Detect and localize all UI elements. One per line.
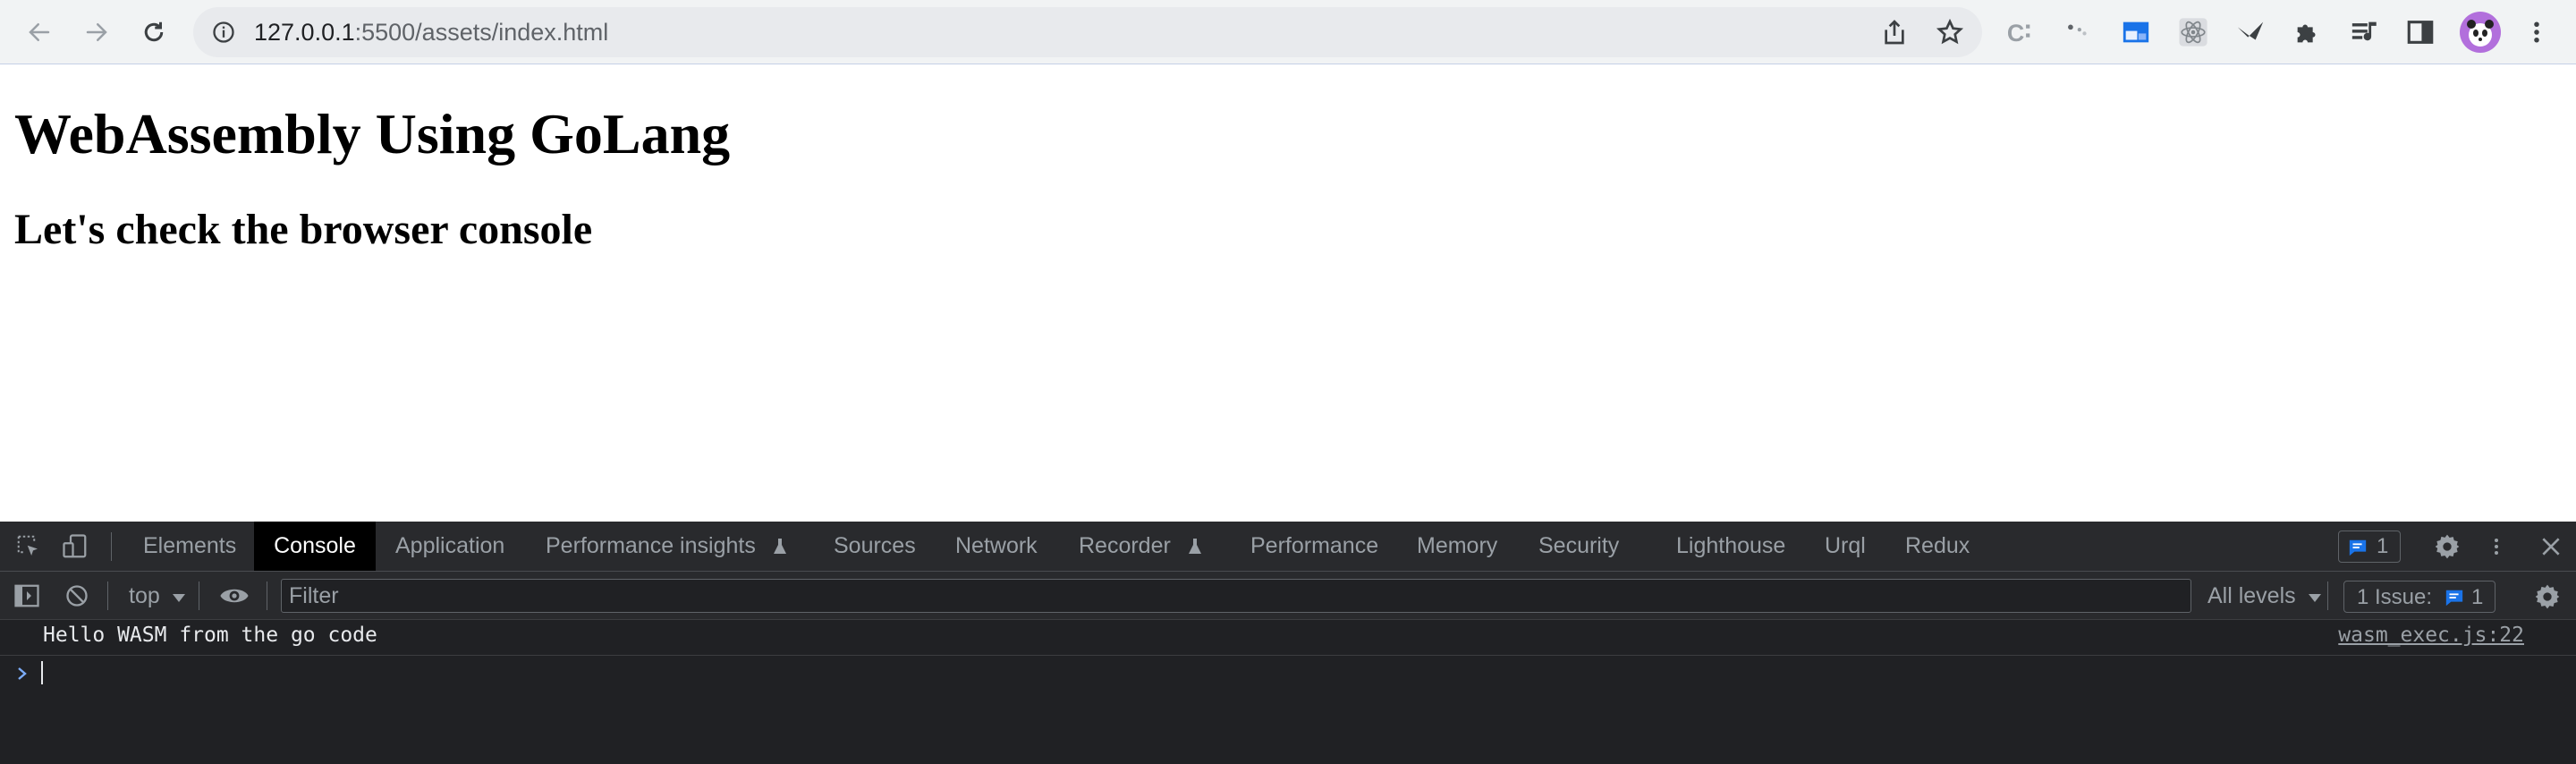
console-message-source-link[interactable]: wasm_exec.js:22 (2338, 624, 2524, 647)
arrow-left-icon (29, 23, 50, 41)
experiment-beaker-icon (773, 539, 786, 555)
extension-c-icon[interactable]: C (2004, 16, 2036, 48)
experiment-beaker-icon (1188, 539, 1201, 555)
panda-avatar-icon (2467, 20, 2494, 47)
console-settings-gear-icon[interactable] (2531, 581, 2563, 613)
clear-console-icon[interactable] (63, 581, 91, 610)
console-prompt[interactable] (0, 656, 2576, 692)
tab-security[interactable]: Security (1538, 522, 1619, 571)
message-icon (2349, 539, 2367, 556)
log-levels-label: All levels (2207, 583, 2296, 608)
page-subtitle: Let's check the browser console (14, 206, 593, 253)
devtools-tab-bar: Elements Console Application Performance… (0, 522, 2576, 572)
live-expression-eye-icon[interactable] (218, 581, 250, 610)
browser-menu-icon[interactable] (2521, 16, 2553, 48)
tab-elements[interactable]: Elements (143, 522, 236, 571)
profile-avatar[interactable] (2460, 12, 2501, 53)
message-icon (2445, 590, 2463, 607)
close-devtools-icon[interactable] (2535, 531, 2567, 563)
back-button[interactable] (20, 13, 59, 52)
tab-performance-insights[interactable]: Performance insights (546, 522, 789, 571)
log-levels-dropdown[interactable]: All levels (2207, 572, 2322, 620)
context-label: top (129, 583, 160, 608)
share-icon[interactable] (1880, 18, 1909, 47)
tab-urql[interactable]: Urql (1825, 522, 1866, 571)
tab-recorder[interactable]: Recorder (1079, 522, 1204, 571)
url-path: :5500/assets/index.html (354, 19, 609, 46)
text-cursor (41, 661, 43, 684)
tab-performance-insights-label: Performance insights (546, 533, 756, 558)
tab-performance[interactable]: Performance (1250, 522, 1378, 571)
react-devtools-icon[interactable] (2177, 16, 2209, 48)
browser-toolbar: 127.0.0.1:5500/assets/index.html C (0, 0, 2576, 64)
svg-text:C: C (2007, 20, 2024, 47)
sidebar-toggle-icon[interactable] (13, 581, 41, 610)
tab-lighthouse[interactable]: Lighthouse (1676, 522, 1785, 571)
inspect-element-icon[interactable] (14, 532, 43, 561)
prompt-chevron-icon (18, 667, 27, 680)
url-host: 127.0.0.1 (254, 19, 355, 46)
console-message-text: Hello WASM from the go code (43, 624, 377, 647)
url-text[interactable]: 127.0.0.1:5500/assets/index.html (254, 18, 608, 47)
bookmark-star-icon[interactable] (1936, 18, 1964, 47)
toolbar-separator (2327, 581, 2328, 610)
device-toolbar-icon[interactable] (61, 532, 89, 561)
reload-button[interactable] (134, 13, 174, 52)
devtools-menu-icon[interactable] (2483, 531, 2510, 563)
messages-badge[interactable]: 1 (2338, 531, 2401, 563)
tab-network[interactable]: Network (955, 522, 1038, 571)
forward-button[interactable] (77, 13, 116, 52)
devtools-panel: Elements Console Application Performance… (0, 522, 2576, 764)
messages-count: 1 (2377, 534, 2389, 558)
side-panel-icon[interactable] (2404, 16, 2436, 48)
extension-dots-icon[interactable] (2061, 16, 2093, 48)
issues-button[interactable]: 1 Issue: 1 (2343, 581, 2496, 613)
extension-bird-icon[interactable] (2234, 16, 2267, 48)
page-title: WebAssembly Using GoLang (14, 102, 731, 166)
tab-recorder-label: Recorder (1079, 533, 1171, 558)
dropdown-triangle-icon (2308, 594, 2321, 602)
tab-separator (111, 532, 112, 561)
console-toolbar: top Filter All levels 1 Issue: 1 (0, 572, 2576, 620)
context-selector[interactable]: top (129, 572, 186, 620)
site-info-icon[interactable] (211, 20, 236, 45)
toolbar-separator (107, 581, 108, 610)
extension-window-icon[interactable] (2120, 16, 2152, 48)
reload-icon (144, 21, 164, 42)
filter-input[interactable]: Filter (281, 579, 2191, 613)
tab-redux[interactable]: Redux (1905, 522, 1970, 571)
tab-application[interactable]: Application (395, 522, 504, 571)
dropdown-triangle-icon (172, 594, 185, 602)
console-message-row: Hello WASM from the go code wasm_exec.js… (0, 620, 2576, 656)
arrow-right-icon (86, 23, 107, 41)
page-viewport: WebAssembly Using GoLang Let's check the… (0, 65, 2576, 522)
tab-console[interactable]: Console (254, 522, 376, 571)
tab-memory[interactable]: Memory (1417, 522, 1497, 571)
address-bar[interactable]: 127.0.0.1:5500/assets/index.html (193, 7, 1982, 57)
extensions-puzzle-icon[interactable] (2292, 16, 2324, 48)
tab-sources[interactable]: Sources (834, 522, 916, 571)
issues-label: 1 Issue: (2357, 585, 2433, 609)
issues-count: 1 (2471, 585, 2484, 609)
settings-gear-icon[interactable] (2431, 531, 2463, 563)
media-control-icon[interactable] (2349, 16, 2381, 48)
